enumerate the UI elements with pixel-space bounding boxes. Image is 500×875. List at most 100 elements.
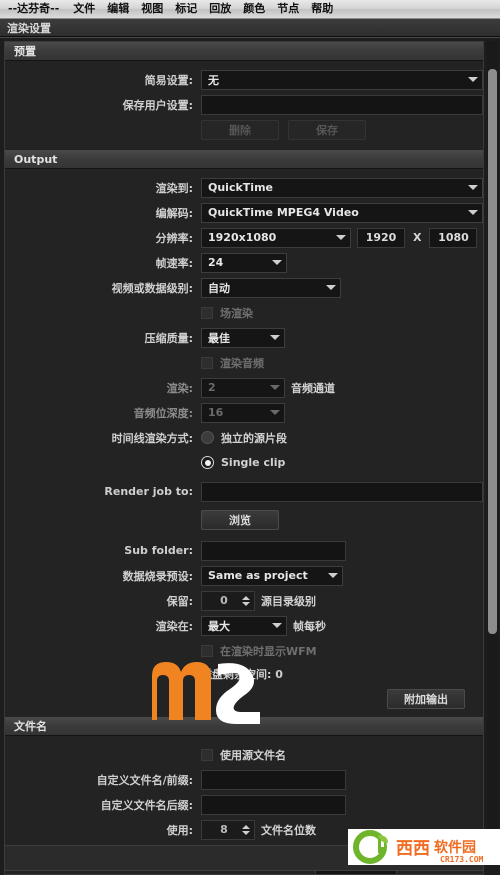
render-audio-checkbox[interactable] [201, 356, 213, 369]
render-audio-label: 渲染音频 [220, 356, 264, 370]
chevron-down-icon [336, 235, 346, 240]
chevron-down-icon [270, 385, 280, 390]
window-title-bar: 渲染设置 [0, 19, 500, 37]
custom-suffix-input[interactable] [201, 794, 346, 815]
filename-digits-value: 8 [220, 823, 228, 836]
section-body-preset: 简易设置: 无 保存用户设置: 删除 保存 [5, 61, 483, 150]
audio-channels-unit: 音频通道 [291, 381, 335, 395]
codec-select[interactable]: QuickTime MPEG4 Video [201, 202, 483, 223]
resolution-height-input[interactable]: 1080 [429, 227, 478, 248]
resolution-width-input[interactable]: 1920 [357, 227, 405, 248]
row-suffix: 自定义文件名后缀: [5, 792, 483, 817]
row-disk-space: 磁盘剩余空间: 0 [5, 663, 483, 685]
menu-davinci[interactable]: --达芬奇-- [2, 0, 67, 18]
show-wfm-checkbox[interactable] [201, 644, 213, 657]
audio-channels-value: 2 [208, 381, 216, 394]
easy-setup-select[interactable]: 无 [201, 69, 483, 90]
menu-help[interactable]: 帮助 [305, 0, 339, 18]
chevron-down-icon [326, 285, 336, 290]
menu-bar: --达芬奇-- 文件 编辑 视图 标记 回放 颜色 节点 帮助 [0, 0, 500, 19]
resolution-value: 1920x1080 [208, 231, 277, 244]
row-add-output: 附加输出 [5, 689, 483, 709]
settings-scroll-area: 预置 简易设置: 无 保存用户设置: 删除 保存 Output 渲染到: Qui… [4, 41, 484, 875]
scrollbar-thumb[interactable] [488, 69, 497, 634]
resolution-select[interactable]: 1920x1080 [201, 227, 351, 248]
row-timeline-mode-single: Single clip [5, 450, 483, 475]
save-user-setting-input[interactable] [201, 94, 483, 115]
label-quality: 压缩质量: [144, 331, 193, 345]
row-quality: 压缩质量: 最佳 [5, 325, 483, 350]
delete-preset-button[interactable]: 删除 [201, 119, 279, 140]
render-job-to-input[interactable] [201, 481, 483, 502]
menu-file[interactable]: 文件 [67, 0, 101, 18]
stepper-arrows-icon[interactable] [242, 595, 250, 606]
easy-setup-value: 无 [208, 73, 219, 87]
resolution-separator: X [413, 231, 422, 244]
keep-levels-value: 0 [220, 594, 228, 607]
custom-prefix-input[interactable] [201, 769, 346, 790]
add-output-button[interactable]: 附加输出 [387, 689, 465, 709]
chevron-down-icon [468, 77, 478, 82]
row-browse: 浏览 [5, 507, 483, 532]
video-level-select[interactable]: 自动 [201, 277, 341, 298]
row-render-to: 渲染到: QuickTime [5, 175, 483, 200]
menu-edit[interactable]: 编辑 [101, 0, 135, 18]
label-video-level: 视频或数据级别: [111, 281, 193, 295]
menu-node[interactable]: 节点 [271, 0, 305, 18]
menu-playback[interactable]: 回放 [203, 0, 237, 18]
quality-select[interactable]: 最佳 [201, 327, 285, 348]
chevron-down-icon [468, 185, 478, 190]
row-video-level: 视频或数据级别: 自动 [5, 275, 483, 300]
row-codec: 编解码: QuickTime MPEG4 Video [5, 200, 483, 225]
chevron-down-icon [270, 410, 280, 415]
radio-single-clip[interactable] [201, 456, 214, 469]
label-keep-levels: 保留: [166, 594, 193, 608]
row-keep-levels: 保留: 0 源目录级别 [5, 588, 483, 613]
keep-levels-unit: 源目录级别 [261, 594, 316, 608]
burn-preset-select[interactable]: Same as project [201, 565, 343, 586]
row-use-source-name: 使用源文件名 [5, 742, 483, 767]
row-burn-preset: 数据烧录预设: Same as project [5, 563, 483, 588]
audio-channels-select[interactable]: 2 [201, 377, 285, 398]
codec-value: QuickTime MPEG4 Video [208, 206, 359, 219]
menu-mark[interactable]: 标记 [169, 0, 203, 18]
row-easy-setup: 简易设置: 无 [5, 67, 483, 92]
clip-offset-label: 每个片段开始帧外 [220, 872, 308, 875]
render-at-unit: 帧每秒 [293, 619, 326, 633]
page-title: 渲染设置 [7, 21, 51, 35]
render-at-select[interactable]: 最大 [201, 615, 287, 636]
field-render-checkbox[interactable] [201, 306, 213, 319]
render-to-select[interactable]: QuickTime [201, 177, 483, 198]
render-at-value: 最大 [208, 619, 230, 633]
panel-footer [4, 845, 484, 871]
row-render-at: 渲染在: 最大 帧每秒 [5, 613, 483, 638]
row-render-audio: 渲染音频 [5, 350, 483, 375]
label-render-at: 渲染在: [155, 619, 193, 633]
framerate-value: 24 [208, 256, 224, 269]
row-prefix: 自定义文件名/前缀: [5, 767, 483, 792]
use-source-filename-checkbox[interactable] [201, 748, 213, 761]
stepper-arrows-icon[interactable] [242, 824, 250, 835]
label-render-to: 渲染到: [155, 181, 193, 195]
menu-color[interactable]: 颜色 [237, 0, 271, 18]
row-framerate: 帧速率: 24 [5, 250, 483, 275]
framerate-select[interactable]: 24 [201, 252, 287, 273]
show-wfm-label: 在渲染时显示WFM [220, 644, 317, 658]
row-preset-buttons: 删除 保存 [5, 117, 483, 142]
sub-folder-input[interactable] [201, 540, 346, 561]
radio-individual-source-clips[interactable] [201, 431, 214, 444]
audio-depth-select[interactable]: 16 [201, 402, 285, 423]
filename-digits-stepper[interactable]: 8 [201, 819, 255, 840]
menu-view[interactable]: 视图 [135, 0, 169, 18]
label-render-channels: 渲染: [166, 381, 193, 395]
save-preset-button[interactable]: 保存 [288, 119, 366, 140]
vertical-scrollbar[interactable] [487, 41, 498, 845]
section-header-preset: 预置 [5, 42, 483, 61]
quality-value: 最佳 [208, 331, 230, 345]
browse-button[interactable]: 浏览 [201, 509, 279, 530]
chevron-down-icon [270, 335, 280, 340]
row-save-user-setting: 保存用户设置: [5, 92, 483, 117]
keep-levels-stepper[interactable]: 0 [201, 590, 255, 611]
disk-space-label: 磁盘剩余空间: 0 [201, 668, 283, 681]
label-timeline-mode: 时间线渲染方式: [111, 431, 193, 445]
